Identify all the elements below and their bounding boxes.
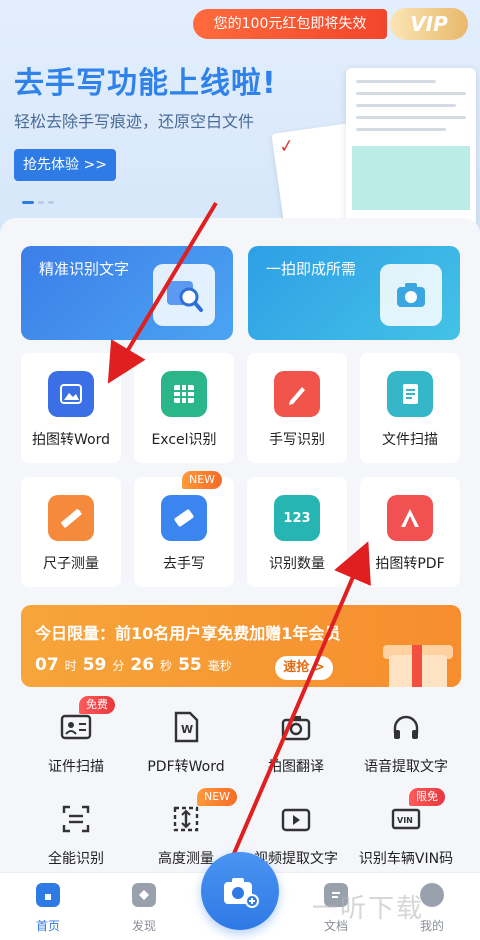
count-123-icon: 123: [274, 495, 320, 541]
tool-label: Excel识别: [151, 432, 217, 448]
hero-card-label: 精准识别文字: [39, 260, 130, 278]
carousel-dot-active: [22, 201, 34, 204]
countdown-hours: 07: [35, 655, 59, 675]
mini-tool-label: 拍图翻译: [268, 759, 324, 775]
try-now-button[interactable]: 抢先体验 >>: [14, 149, 116, 181]
tool-remove-handwriting[interactable]: 去手写 NEW: [134, 471, 234, 587]
countdown-minutes: 59: [82, 655, 107, 675]
ruler-icon: [48, 495, 94, 541]
tool-excel[interactable]: Excel识别: [134, 353, 234, 463]
camera-fab-button[interactable]: [201, 852, 279, 930]
camera-translate-icon: [279, 710, 313, 744]
height-measure-icon: [169, 802, 203, 836]
banner-subtitle: 轻松去除手写痕迹，还原空白文件: [14, 112, 255, 131]
mini-tool-label: 语音提取文字: [364, 759, 448, 775]
tool-image-to-pdf[interactable]: 拍图转PDF: [360, 477, 460, 587]
hero-card-text-recognition[interactable]: 精准识别文字: [21, 246, 233, 340]
new-tag: NEW: [197, 788, 238, 806]
vip-badge[interactable]: VIP: [390, 8, 468, 40]
site-watermark: 一听下载: [312, 894, 425, 924]
mini-tool-label: 识别车辆VIN码: [358, 851, 454, 867]
top-banner[interactable]: 您的100元红包即将失效 VIP 去手写功能上线啦! 轻松去除手写痕迹，还原空白…: [0, 0, 480, 232]
countdown-ms: 55: [178, 655, 202, 675]
tool-image-to-word[interactable]: 拍图转Word: [21, 353, 121, 463]
mini-tool-id-scan[interactable]: 证件扫描 免费: [21, 696, 131, 796]
id-card-icon: [59, 710, 93, 744]
offer-title: 今日限量：前10名用户享免费加赠1年会员: [35, 624, 341, 643]
limited-free-tag: 限免: [409, 788, 445, 806]
red-packet-promo[interactable]: 您的100元红包即将失效: [193, 9, 387, 39]
mini-tool-voice-text[interactable]: 语音提取文字: [351, 710, 461, 796]
svg-text:W: W: [181, 723, 193, 736]
tool-label: 拍图转PDF: [375, 556, 445, 572]
tool-label: 尺子测量: [43, 556, 99, 572]
image-to-word-icon: [48, 371, 94, 417]
scan-frame-icon: [59, 802, 93, 836]
mini-tool-label: PDF转Word: [147, 759, 225, 775]
camera-plus-icon: [224, 878, 259, 908]
grab-now-button[interactable]: 速抢 >: [275, 656, 333, 680]
banner-title: 去手写功能上线啦!: [14, 66, 277, 101]
nav-discover[interactable]: 发现: [114, 883, 174, 937]
countdown-unit: 秒: [160, 659, 173, 673]
tool-handwriting[interactable]: 手写识别: [247, 353, 347, 463]
tool-label: 手写识别: [269, 432, 325, 448]
hero-card-label: 一拍即成所需: [266, 260, 357, 278]
carousel-dots: [22, 201, 54, 204]
nav-label: 发现: [131, 919, 156, 933]
eraser-icon: [161, 495, 207, 541]
nav-home[interactable]: 首页: [18, 883, 78, 937]
image-to-pdf-icon: [387, 495, 433, 541]
tool-ruler[interactable]: 尺子测量: [21, 477, 121, 587]
countdown-unit: 时: [64, 659, 77, 673]
carousel-dot: [48, 201, 54, 204]
tool-count[interactable]: 123 识别数量: [247, 477, 347, 587]
excel-table-icon: [161, 371, 207, 417]
countdown-timer: 07 时 59 分 26 秒 55 毫秒: [35, 655, 232, 675]
document-scan-icon: [387, 371, 433, 417]
gift-box-icon: [381, 633, 455, 687]
new-tag: NEW: [182, 471, 223, 489]
pen-icon: [274, 371, 320, 417]
hero-card-scan[interactable]: 一拍即成所需: [248, 246, 460, 340]
limited-offer-banner[interactable]: 今日限量：前10名用户享免费加赠1年会员 07 时 59 分 26 秒 55 毫…: [21, 605, 461, 687]
mini-tool-translate[interactable]: 拍图翻译: [241, 710, 351, 796]
vin-code-icon: VIN: [389, 802, 423, 836]
countdown-unit: 毫秒: [207, 659, 232, 673]
svg-text:VIN: VIN: [397, 816, 413, 825]
score-mark-icon: ✓: [277, 135, 296, 158]
free-tag: 免费: [79, 696, 115, 714]
mini-tool-label: 证件扫描: [48, 759, 104, 775]
mini-tool-pdf-to-word[interactable]: W PDF转Word: [131, 710, 241, 796]
tool-label: 识别数量: [269, 556, 325, 572]
discover-icon: [132, 883, 156, 907]
tool-label: 去手写: [163, 556, 205, 572]
camera-scan-icon: [380, 264, 442, 326]
tool-label: 拍图转Word: [32, 432, 110, 448]
tool-document-scan[interactable]: 文件扫描: [360, 353, 460, 463]
nav-label: 首页: [35, 919, 60, 933]
home-icon: [36, 883, 60, 907]
countdown-seconds: 26: [130, 655, 155, 675]
image-search-icon: [153, 264, 215, 326]
headphones-icon: [389, 710, 423, 744]
carousel-dot: [38, 201, 44, 204]
pdf-to-word-icon: W: [169, 710, 203, 744]
mini-tool-label: 全能识别: [48, 851, 104, 867]
tool-label: 文件扫描: [382, 432, 438, 448]
video-icon: [279, 802, 313, 836]
countdown-unit: 分: [112, 659, 125, 673]
clean-doc-illustration: [346, 68, 476, 226]
